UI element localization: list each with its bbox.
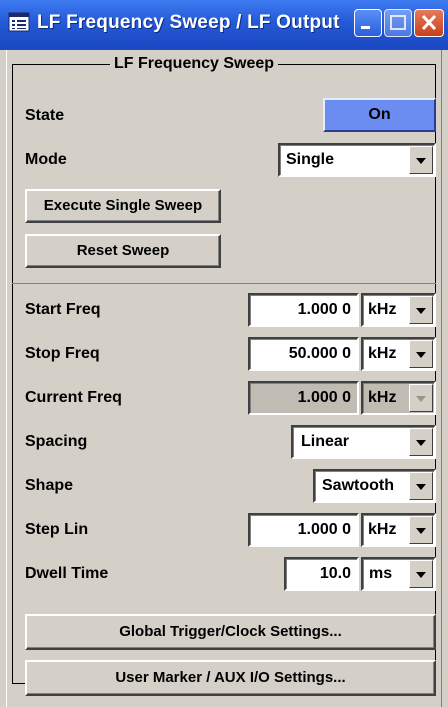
chevron-down-icon[interactable] — [409, 516, 433, 544]
dwell-time-value: 10.0 — [319, 565, 351, 582]
chevron-down-icon — [409, 384, 433, 412]
current-freq-label: Current Freq — [25, 389, 122, 406]
current-freq-display: 1.000 0 — [248, 381, 359, 415]
stop-freq-unit: kHz — [368, 345, 397, 362]
minimize-icon — [361, 26, 370, 29]
stop-freq-input[interactable]: 50.000 0 — [248, 337, 359, 371]
step-lin-unit: kHz — [368, 521, 397, 538]
window-title: LF Frequency Sweep / LF Output — [37, 12, 340, 33]
reset-sweep-button[interactable]: Reset Sweep — [25, 234, 221, 268]
stop-freq-unit-select[interactable]: kHz — [361, 337, 436, 371]
step-lin-input[interactable]: 1.000 0 — [248, 513, 359, 547]
step-lin-label: Step Lin — [25, 521, 89, 538]
user-marker-aux-io-settings-button[interactable]: User Marker / AUX I/O Settings... — [25, 660, 436, 696]
group-title: LF Frequency Sweep — [110, 55, 279, 73]
dwell-time-unit-select[interactable]: ms — [361, 557, 436, 591]
title-bar[interactable]: LF Frequency Sweep / LF Output — [0, 0, 448, 50]
chevron-down-icon[interactable] — [409, 340, 433, 368]
shape-select[interactable]: Sawtooth — [313, 469, 436, 503]
start-freq-unit: kHz — [368, 301, 397, 318]
start-freq-unit-select[interactable]: kHz — [361, 293, 436, 327]
spacing-select[interactable]: Linear — [291, 425, 436, 459]
start-freq-input[interactable]: 1.000 0 — [248, 293, 359, 327]
chevron-down-icon[interactable] — [409, 296, 433, 324]
current-freq-unit: kHz — [368, 389, 397, 406]
mode-value: Single — [286, 151, 335, 168]
close-icon — [421, 14, 437, 31]
current-freq-value: 1.000 0 — [297, 389, 351, 406]
chevron-down-icon[interactable] — [409, 428, 433, 456]
state-label: State — [25, 107, 65, 124]
global-trigger-clock-settings-button[interactable]: Global Trigger/Clock Settings... — [25, 614, 436, 650]
state-on-button[interactable]: On — [323, 98, 436, 132]
chevron-down-icon[interactable] — [409, 146, 433, 174]
execute-single-sweep-button[interactable]: Execute Single Sweep — [25, 189, 221, 223]
start-freq-value: 1.000 0 — [297, 301, 351, 318]
dialog-window: LF Frequency Sweep / LF Output LF Freque… — [0, 0, 448, 707]
shape-value: Sawtooth — [322, 477, 394, 494]
start-freq-label: Start Freq — [25, 301, 101, 318]
close-button[interactable] — [414, 9, 444, 37]
chevron-down-icon[interactable] — [409, 472, 433, 500]
separator — [12, 283, 436, 284]
stop-freq-label: Stop Freq — [25, 345, 100, 362]
spacing-label: Spacing — [25, 433, 88, 450]
dialog-icon — [8, 12, 30, 32]
dwell-time-input[interactable]: 10.0 — [284, 557, 359, 591]
shape-label: Shape — [25, 477, 74, 494]
maximize-button[interactable] — [384, 9, 412, 37]
step-lin-unit-select[interactable]: kHz — [361, 513, 436, 547]
stop-freq-value: 50.000 0 — [288, 345, 351, 362]
minimize-button[interactable] — [354, 9, 382, 37]
mode-select[interactable]: Single — [278, 143, 436, 177]
current-freq-unit-select: kHz — [361, 381, 436, 415]
step-lin-value: 1.000 0 — [297, 521, 351, 538]
dwell-time-label: Dwell Time — [25, 565, 109, 582]
dwell-time-unit: ms — [369, 565, 393, 582]
mode-label: Mode — [25, 151, 67, 168]
chevron-down-icon[interactable] — [409, 560, 433, 588]
maximize-icon — [390, 15, 406, 30]
spacing-value: Linear — [301, 433, 350, 450]
